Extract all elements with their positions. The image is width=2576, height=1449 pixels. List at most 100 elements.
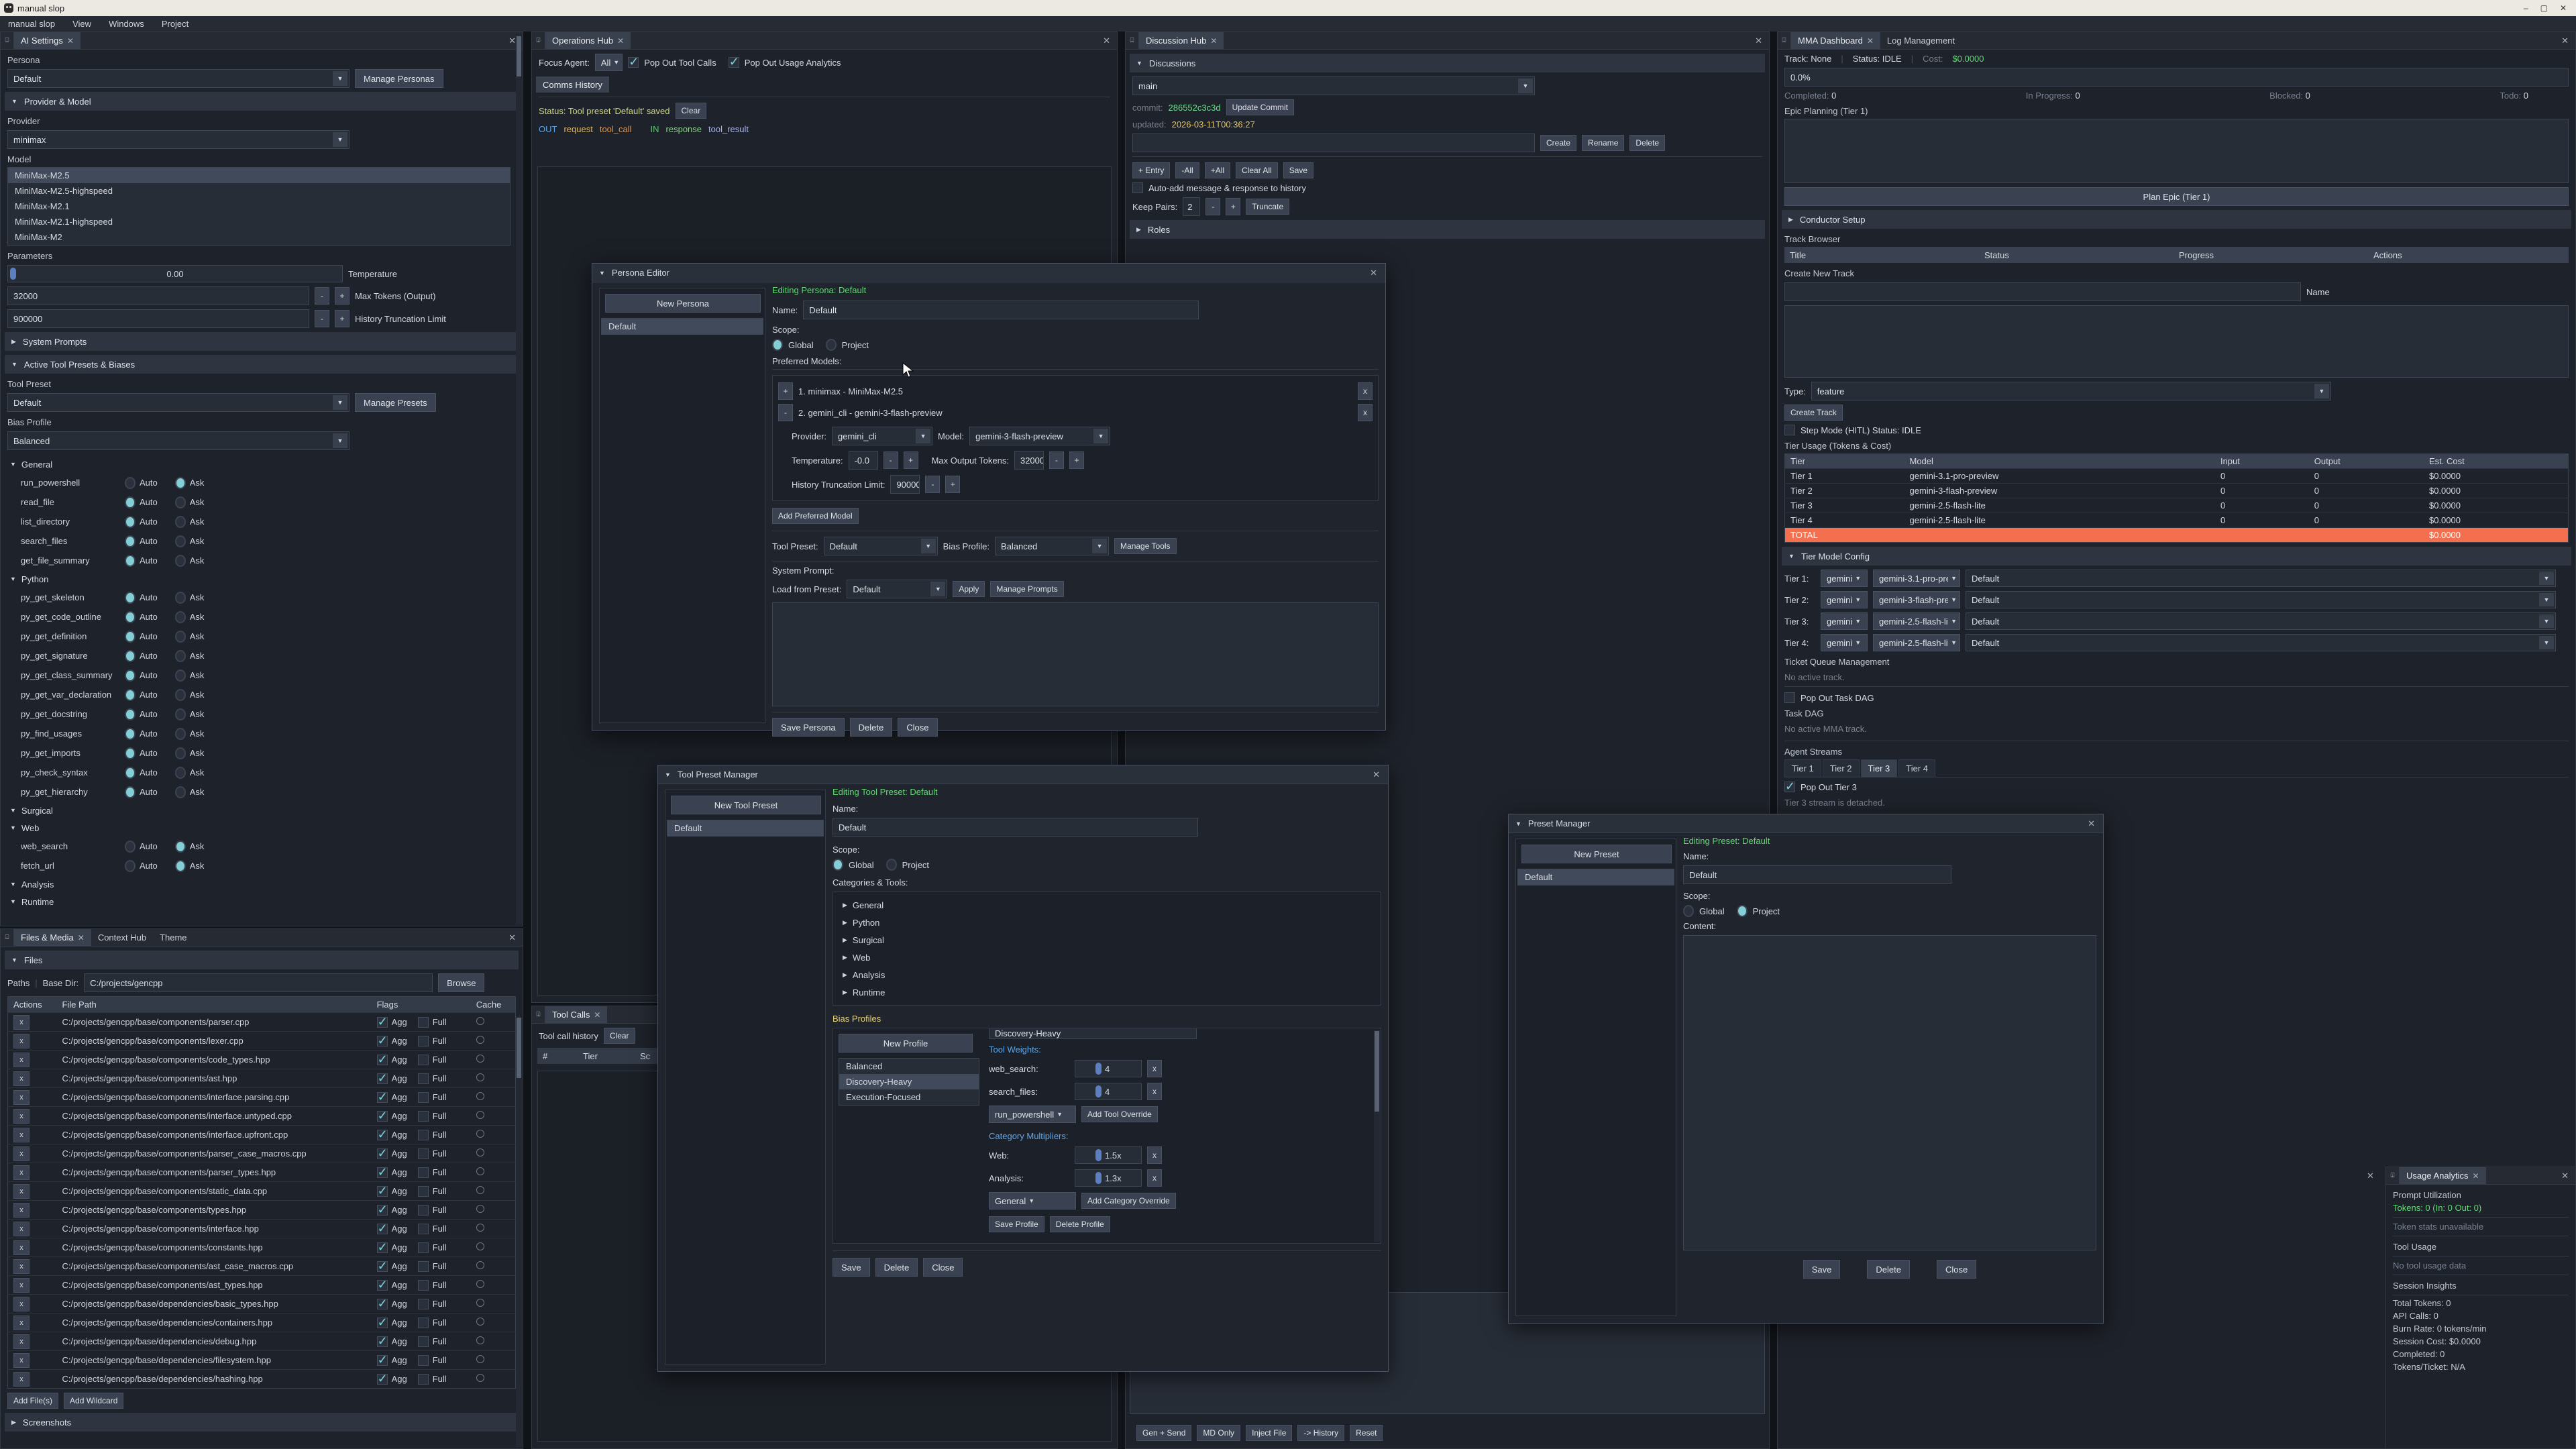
category-web[interactable]: ▶Web	[833, 949, 1381, 966]
bias-profile-select[interactable]: Balanced ▼	[995, 537, 1109, 555]
delete-profile-button[interactable]: Delete Profile	[1050, 1216, 1110, 1232]
tab-theme[interactable]: Theme	[153, 929, 193, 946]
panel-menu-icon[interactable]: ⍗	[1, 929, 14, 946]
full-checkbox[interactable]	[418, 1280, 429, 1291]
tool-preset-list-item[interactable]: Default	[667, 820, 823, 836]
ask-radio[interactable]	[175, 767, 186, 779]
system-prompts-header[interactable]: ▶ System Prompts	[5, 332, 519, 351]
remove-model-button[interactable]: x	[1358, 382, 1373, 400]
tab-close-icon[interactable]: ✕	[617, 36, 624, 46]
remove-file-button[interactable]: x	[13, 1090, 30, 1105]
manage-prompts-button[interactable]: Manage Prompts	[990, 581, 1063, 597]
tool-group-runtime[interactable]: ▼Runtime	[1, 893, 523, 910]
model-list-item[interactable]: MiniMax-M2.1	[8, 199, 510, 214]
composer-button-injectfile[interactable]: Inject File	[1246, 1425, 1292, 1441]
category-python[interactable]: ▶Python	[833, 914, 1381, 931]
auto-radio[interactable]	[125, 650, 136, 662]
persona-list-item[interactable]: Default	[602, 319, 763, 334]
save-preset-button[interactable]: Save	[1803, 1260, 1841, 1279]
discussion-name-input[interactable]	[1132, 133, 1535, 152]
close-dialog-button[interactable]: Close	[1937, 1260, 1976, 1279]
tab-comms-history[interactable]: Comms History	[536, 76, 609, 93]
epic-planning-input[interactable]	[1784, 119, 2569, 183]
keep-pairs-input[interactable]: 2	[1183, 197, 1200, 216]
tier-model-select[interactable]: gemini-2.5-flash-lite▼	[1873, 634, 1960, 651]
panel-menu-icon[interactable]: ⍗	[1, 32, 14, 49]
rename-discussion-button[interactable]: Rename	[1582, 135, 1624, 151]
remove-model-button[interactable]: x	[1358, 404, 1373, 421]
category-analysis[interactable]: ▶Analysis	[833, 966, 1381, 983]
manage-presets-button[interactable]: Manage Presets	[355, 393, 436, 412]
ask-radio[interactable]	[175, 786, 186, 798]
remove-file-button[interactable]: x	[13, 1316, 30, 1330]
remove-file-button[interactable]: x	[13, 1128, 30, 1142]
tab-operations-hub[interactable]: Operations Hub ✕	[545, 32, 631, 49]
full-checkbox[interactable]	[418, 1055, 429, 1065]
preset-name-input[interactable]: Default	[1683, 865, 1951, 884]
full-checkbox[interactable]	[418, 1261, 429, 1272]
agg-checkbox[interactable]	[377, 1055, 388, 1065]
maximize-icon[interactable]: ▢	[2540, 3, 2548, 13]
agg-checkbox[interactable]	[377, 1318, 388, 1328]
update-commit-button[interactable]: Update Commit	[1226, 99, 1294, 115]
tool-group-analysis[interactable]: ▼Analysis	[1, 875, 523, 893]
increment-button[interactable]: +	[335, 310, 350, 327]
increment-button[interactable]: +	[1069, 451, 1084, 469]
clear-tool-calls-button[interactable]: Clear	[604, 1028, 635, 1044]
new-persona-button[interactable]: New Persona	[605, 294, 761, 313]
auto-radio[interactable]	[125, 477, 136, 489]
profile-list-item[interactable]: Execution-Focused	[839, 1089, 979, 1105]
tier-persona-select[interactable]: Default▼	[1966, 634, 2556, 651]
auto-radio[interactable]	[125, 592, 136, 604]
track-type-select[interactable]: feature ▼	[1811, 382, 2331, 400]
dialog-close-icon[interactable]: ✕	[1363, 268, 1379, 278]
auto-radio[interactable]	[125, 555, 136, 567]
stream-tab-tier-1[interactable]: Tier 1	[1784, 759, 1821, 777]
preset-content-input[interactable]	[1683, 935, 2096, 1250]
add-category-override-button[interactable]: Add Category Override	[1081, 1193, 1176, 1209]
scope-global-radio[interactable]	[833, 859, 843, 871]
ask-radio[interactable]	[175, 516, 186, 528]
move-down-button[interactable]: -	[778, 404, 793, 421]
full-checkbox[interactable]	[418, 1073, 429, 1084]
menu-item-view[interactable]: View	[72, 19, 91, 29]
remove-file-button[interactable]: x	[13, 1353, 30, 1368]
max-tokens-input[interactable]: 32000	[7, 286, 309, 305]
full-checkbox[interactable]	[418, 1111, 429, 1122]
tool-weight-slider[interactable]: 4	[1075, 1060, 1142, 1077]
slider-handle[interactable]	[1095, 1063, 1102, 1075]
model-select[interactable]: gemini-3-flash-preview ▼	[969, 427, 1110, 445]
ask-radio[interactable]	[175, 669, 186, 682]
plan-epic-button[interactable]: Plan Epic (Tier 1)	[1784, 187, 2569, 206]
close-icon[interactable]: ✕	[2560, 3, 2567, 13]
remove-file-button[interactable]: x	[13, 1297, 30, 1311]
popout-tool-calls-checkbox[interactable]	[628, 57, 639, 68]
composer-button-mdonly[interactable]: MD Only	[1197, 1425, 1240, 1441]
agg-checkbox[interactable]	[377, 1224, 388, 1234]
full-checkbox[interactable]	[418, 1224, 429, 1234]
add-files-button[interactable]: Add File(s)	[7, 1393, 58, 1409]
scrollbar[interactable]	[516, 1016, 522, 1447]
category-multiplier-slider[interactable]: 1.3x	[1075, 1169, 1142, 1187]
stream-tab-tier-3[interactable]: Tier 3	[1861, 759, 1898, 777]
full-checkbox[interactable]	[418, 1130, 429, 1140]
ask-radio[interactable]	[175, 708, 186, 720]
tab-ai-settings[interactable]: AI Settings ✕	[14, 32, 80, 49]
panel-menu-icon[interactable]: ⍗	[532, 1006, 545, 1023]
increment-button[interactable]: +	[945, 476, 960, 493]
agg-checkbox[interactable]	[377, 1186, 388, 1197]
tab-log-management[interactable]: Log Management	[1880, 32, 1962, 49]
apply-button[interactable]: Apply	[953, 581, 985, 597]
agg-checkbox[interactable]	[377, 1355, 388, 1366]
entry-button-all[interactable]: -All	[1175, 162, 1199, 178]
scope-project-radio[interactable]	[826, 339, 837, 351]
decrement-button[interactable]: -	[315, 310, 329, 327]
discussions-header[interactable]: ▼ Discussions	[1130, 54, 1765, 72]
tool-group-surgical[interactable]: ▼Surgical	[1, 802, 523, 819]
remove-file-button[interactable]: x	[13, 1334, 30, 1349]
full-checkbox[interactable]	[418, 1167, 429, 1178]
auto-radio[interactable]	[125, 728, 136, 740]
tab-close-icon[interactable]: ✕	[1210, 36, 1217, 46]
remove-file-button[interactable]: x	[13, 1053, 30, 1067]
auto-radio[interactable]	[125, 631, 136, 643]
